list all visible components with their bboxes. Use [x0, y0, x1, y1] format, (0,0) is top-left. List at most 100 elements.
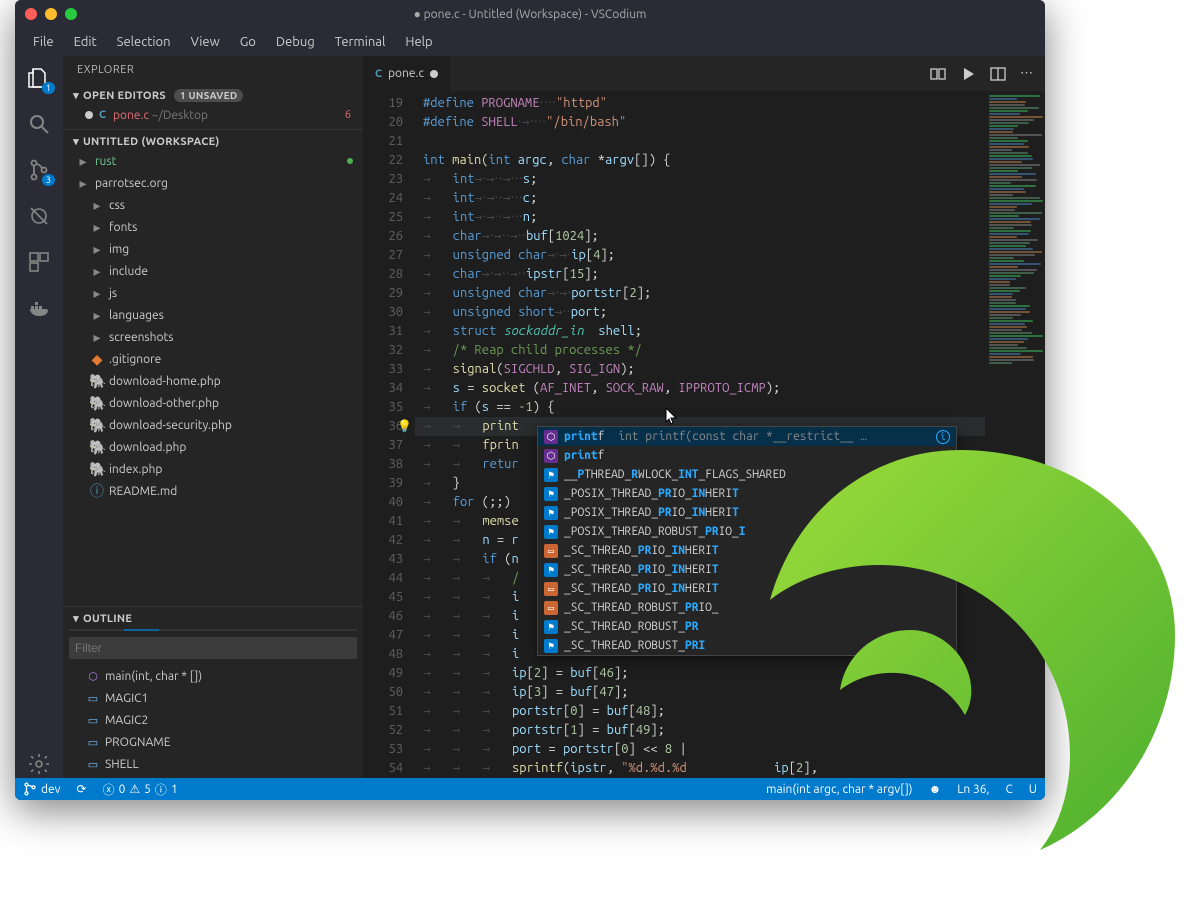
folder-item[interactable]: ▸img	[63, 238, 363, 260]
chevron-right-icon: ▸	[89, 241, 105, 258]
outline-label: MAGIC2	[105, 714, 357, 727]
item-label: rust	[95, 155, 116, 168]
suggest-item[interactable]: ▭ _SC_THREAD_PRIO_INHERIT	[538, 541, 956, 560]
source-control-icon[interactable]: 3	[25, 156, 53, 184]
settings-gear-icon[interactable]	[25, 750, 53, 778]
search-icon[interactable]	[25, 110, 53, 138]
menu-terminal[interactable]: Terminal	[327, 33, 394, 51]
code-editor[interactable]: 1920212223242526272829303132333435363738…	[363, 91, 1045, 778]
suggest-item[interactable]: ⬡ printfint printf(const char *__restric…	[538, 427, 956, 446]
close-icon[interactable]	[25, 8, 37, 20]
suggest-item[interactable]: ⬡ printf	[538, 446, 956, 465]
suggest-label: _SC_THREAD_ROBUST_PRI	[564, 636, 705, 655]
editor-tabs: C pone.c ⋯	[363, 56, 1045, 91]
minimap[interactable]	[985, 91, 1045, 778]
item-label: fonts	[109, 221, 137, 234]
suggest-item[interactable]: ⚑ _SC_THREAD_PRIO_INHERIT	[538, 560, 956, 579]
split-editor-icon[interactable]	[990, 66, 1006, 82]
outline-item[interactable]: ▭MAGIC2	[63, 709, 363, 731]
suggest-label: _POSIX_THREAD_ROBUST_PRIO_I	[564, 522, 745, 541]
item-label: download-home.php	[109, 375, 221, 388]
folder-item[interactable]: ▸css	[63, 194, 363, 216]
suggest-item[interactable]: ⚑ _POSIX_THREAD_PRIO_INHERIT	[538, 503, 956, 522]
c-lang-icon: C	[375, 68, 382, 80]
outline-header[interactable]: ▾ OUTLINE	[63, 610, 363, 627]
method-icon: ⬡	[85, 670, 101, 683]
tab-pone-c[interactable]: C pone.c	[363, 56, 451, 91]
outline-item[interactable]: ▭PROGNAME	[63, 731, 363, 753]
more-icon[interactable]: ⋯	[1020, 66, 1033, 81]
suggest-item[interactable]: ⚑ _SC_THREAD_ROBUST_PRI	[538, 636, 956, 655]
outline-item[interactable]: ▭MAGIC1	[63, 687, 363, 709]
suggest-item[interactable]: ⚑ _POSIX_THREAD_PRIO_INHERIT	[538, 484, 956, 503]
folder-item[interactable]: ▸ parrotsec.org	[63, 172, 363, 194]
item-label: index.php	[109, 463, 162, 476]
constant-icon: ▭	[85, 736, 101, 749]
debug-icon[interactable]	[25, 202, 53, 230]
item-label: screenshots	[109, 331, 173, 344]
menu-file[interactable]: File	[25, 33, 62, 51]
lightbulb-icon[interactable]: 💡	[397, 417, 412, 436]
outline-item[interactable]: ▭SHELL	[63, 753, 363, 775]
menu-help[interactable]: Help	[397, 33, 440, 51]
window-controls	[15, 8, 77, 20]
run-icon[interactable]	[960, 66, 976, 82]
breadcrumb[interactable]: main(int argc, char * argv[])	[758, 778, 920, 800]
file-item[interactable]: 🐘download-security.php	[63, 414, 363, 436]
problem-count: 6	[345, 109, 357, 121]
file-name: pone.c ~/Desktop	[113, 109, 345, 122]
feedback-icon[interactable]: ☻	[921, 778, 950, 800]
outline-filter-input[interactable]	[69, 637, 357, 659]
code-content[interactable]: #define PROGNAME‧‧‧‧"httpd"#define SHELL…	[415, 91, 985, 778]
minimize-icon[interactable]	[45, 8, 57, 20]
outline-label: OUTLINE	[83, 613, 132, 625]
branch-name: dev	[41, 783, 61, 796]
file-item[interactable]: 🐘download.php	[63, 436, 363, 458]
folder-item[interactable]: ▸languages	[63, 304, 363, 326]
outline-item[interactable]: ⬡main(int, char * [])	[63, 665, 363, 687]
menu-go[interactable]: Go	[232, 33, 264, 51]
cursor-position[interactable]: Ln 36,	[949, 778, 997, 800]
file-item[interactable]: 🐘index.php	[63, 458, 363, 480]
folder-item[interactable]: ▸fonts	[63, 216, 363, 238]
suggest-item[interactable]: ⚑ _POSIX_THREAD_ROBUST_PRIO_I	[538, 522, 956, 541]
sync-icon[interactable]: ⟳	[69, 778, 95, 800]
suggest-item[interactable]: ▭ _SC_THREAD_ROBUST_PRIO_	[538, 598, 956, 617]
folder-item[interactable]: ▸screenshots	[63, 326, 363, 348]
item-label: parrotsec.org	[95, 177, 168, 190]
file-item[interactable]: 🐘download-home.php	[63, 370, 363, 392]
suggest-item[interactable]: ⚑ _SC_THREAD_ROBUST_PR	[538, 617, 956, 636]
menu-view[interactable]: View	[183, 33, 228, 51]
item-label: css	[109, 199, 125, 212]
folder-item[interactable]: ▸js	[63, 282, 363, 304]
item-label: languages	[109, 309, 164, 322]
php-file-icon: 🐘	[89, 417, 105, 434]
explorer-icon[interactable]: 1	[25, 64, 53, 92]
extensions-icon[interactable]	[25, 248, 53, 276]
suggest-item[interactable]: ⚑ __PTHREAD_RWLOCK_INT_FLAGS_SHARED	[538, 465, 956, 484]
menu-debug[interactable]: Debug	[268, 33, 323, 51]
file-item[interactable]: 🐘download-other.php	[63, 392, 363, 414]
menu-selection[interactable]: Selection	[109, 33, 179, 51]
file-item[interactable]: ⓘREADME.md	[63, 480, 363, 502]
docker-icon[interactable]	[25, 294, 53, 322]
suggest-item[interactable]: ▭ _SC_THREAD_PRIO_INHERIT	[538, 579, 956, 598]
language-mode[interactable]: C	[997, 778, 1020, 800]
maximize-icon[interactable]	[65, 8, 77, 20]
menu-edit[interactable]: Edit	[66, 33, 105, 51]
git-branch[interactable]: dev	[15, 778, 69, 800]
chevron-right-icon: ▸	[75, 175, 91, 192]
open-editors-header[interactable]: ▾ OPEN EDITORS 1 UNSAVED	[63, 87, 363, 104]
folder-item[interactable]: ▸include	[63, 260, 363, 282]
encoding[interactable]: U	[1021, 778, 1045, 800]
compare-icon[interactable]	[930, 66, 946, 82]
workspace-header[interactable]: ▾ UNTITLED (WORKSPACE)	[63, 133, 363, 150]
file-item[interactable]: ◆.gitignore	[63, 348, 363, 370]
open-editor-item[interactable]: C pone.c ~/Desktop 6	[63, 104, 363, 126]
folder-item[interactable]: ▸rust	[63, 150, 363, 172]
info-icon[interactable]: i	[936, 430, 950, 444]
outline-scrollbar[interactable]	[69, 629, 357, 631]
suggest-widget[interactable]: ⬡ printfint printf(const char *__restric…	[537, 426, 957, 656]
git-file-icon: ◆	[89, 351, 105, 368]
problems[interactable]: ⓧ0 ⚠5 ⓘ1	[95, 778, 186, 800]
